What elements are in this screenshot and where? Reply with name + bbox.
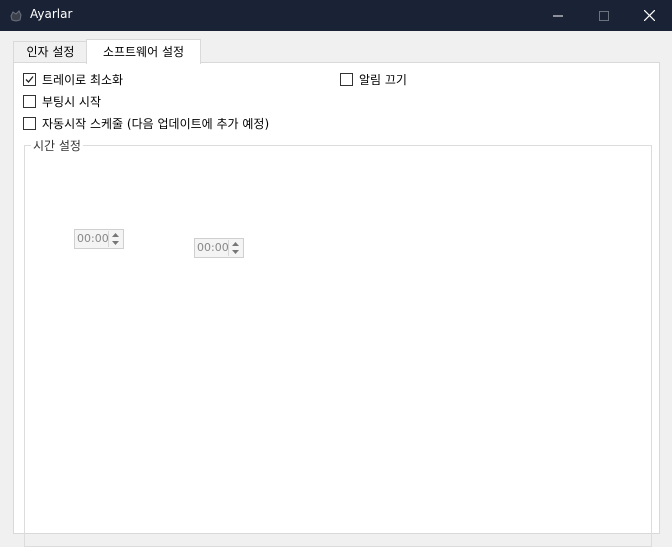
chevron-down-icon xyxy=(232,250,239,254)
minimize-button[interactable] xyxy=(535,0,581,31)
checkmark-icon xyxy=(25,75,34,83)
tab-parameter-settings[interactable]: 인자 설정 xyxy=(13,41,88,63)
chevron-down-icon xyxy=(112,241,119,245)
start-on-boot-option[interactable]: 부팅시 시작 xyxy=(23,93,101,109)
mute-alerts-option[interactable]: 알림 끄기 xyxy=(340,71,407,87)
mute-alerts-label: 알림 끄기 xyxy=(359,72,407,87)
close-button[interactable] xyxy=(626,0,672,31)
end-time-value: 00:00 xyxy=(197,241,229,254)
time-settings-label: 시간 설정 xyxy=(31,137,83,154)
auto-start-schedule-label: 자동시작 스케줄 (다음 업데이트에 추가 예정) xyxy=(42,116,270,131)
close-icon xyxy=(643,10,655,21)
tab-strip: 인자 설정 소프트웨어 설정 xyxy=(0,31,672,64)
title-bar: Ayarlar xyxy=(0,0,672,31)
auto-start-schedule-option[interactable]: 자동시작 스케줄 (다음 업데이트에 추가 예정) xyxy=(23,115,269,131)
end-time-picker[interactable]: 00:00 xyxy=(194,238,244,258)
app-logo-icon xyxy=(9,9,23,23)
end-time-down-button[interactable] xyxy=(229,248,242,256)
start-time-up-button[interactable] xyxy=(109,231,122,239)
chevron-up-icon xyxy=(232,242,239,246)
window-title: Ayarlar xyxy=(30,7,73,21)
end-time-up-button[interactable] xyxy=(229,240,242,248)
start-on-boot-label: 부팅시 시작 xyxy=(42,94,102,109)
minimize-to-tray-label: 트레이로 최소화 xyxy=(42,72,124,87)
start-on-boot-checkbox[interactable] xyxy=(23,94,36,108)
tab-software-settings[interactable]: 소프트웨어 설정 xyxy=(86,39,201,64)
maximize-button[interactable] xyxy=(581,0,627,31)
mute-alerts-checkbox[interactable] xyxy=(340,72,353,86)
minimize-to-tray-checkbox[interactable] xyxy=(23,72,36,86)
auto-start-schedule-checkbox[interactable] xyxy=(23,116,36,130)
time-settings-group: 시간 설정 00:00 00:00 xyxy=(24,137,652,547)
minimize-to-tray-option[interactable]: 트레이로 최소화 xyxy=(23,71,123,87)
software-settings-panel: 트레이로 최소화 알림 끄기 부팅시 시작 자동시작 스케줄 (다음 업데이트에… xyxy=(13,62,660,547)
minimize-icon xyxy=(553,15,563,16)
end-time-spinner xyxy=(228,240,242,256)
start-time-picker[interactable]: 00:00 xyxy=(74,229,124,249)
start-time-value: 00:00 xyxy=(77,232,109,245)
maximize-icon xyxy=(599,10,609,21)
chevron-up-icon xyxy=(112,233,119,237)
start-time-down-button[interactable] xyxy=(109,239,122,247)
start-time-spinner xyxy=(108,231,122,247)
